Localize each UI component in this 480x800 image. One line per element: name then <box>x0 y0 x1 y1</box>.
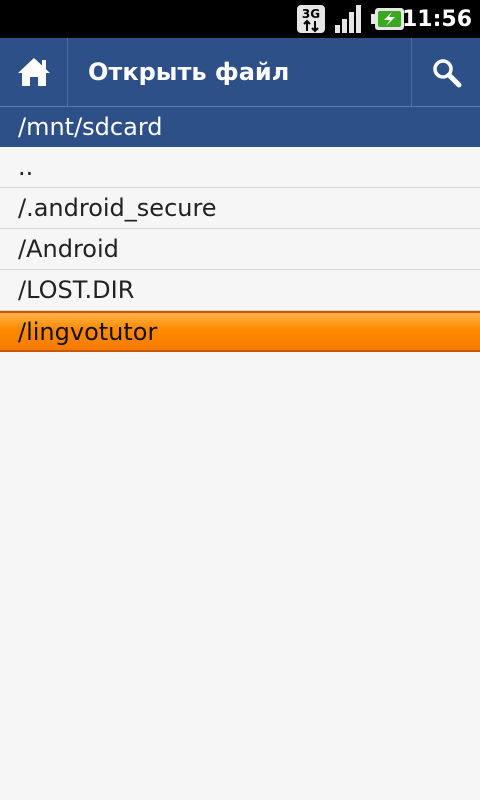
3g-data-icon: 3G <box>297 5 325 33</box>
list-item-android[interactable]: /Android <box>0 229 480 270</box>
list-item-label: /.android_secure <box>18 194 217 222</box>
search-icon <box>433 59 462 88</box>
home-icon <box>18 58 50 86</box>
home-button[interactable] <box>0 38 68 106</box>
list-item-lost-dir[interactable]: /LOST.DIR <box>0 270 480 311</box>
status-bar: 3G 11:56 <box>0 0 480 38</box>
list-item-label: /lingvotutor <box>18 318 158 346</box>
list-item-parent-dir[interactable]: .. <box>0 147 480 188</box>
file-list: .. /.android_secure /Android /LOST.DIR /… <box>0 147 480 352</box>
svg-text:3G: 3G <box>302 7 320 21</box>
list-item-label: /Android <box>18 235 119 263</box>
list-item-label: /LOST.DIR <box>18 276 135 304</box>
search-button[interactable] <box>411 38 480 106</box>
list-item-android-secure[interactable]: /.android_secure <box>0 188 480 229</box>
battery-charging-icon <box>371 8 404 30</box>
list-item-label: .. <box>18 153 34 181</box>
signal-strength-icon <box>335 5 361 33</box>
page-title: Открыть файл <box>88 58 290 86</box>
clock: 11:56 <box>401 7 472 32</box>
app-bar: Открыть файл <box>0 38 480 106</box>
list-item-lingvotutor[interactable]: /lingvotutor <box>0 311 480 352</box>
current-path: /mnt/sdcard <box>18 113 163 141</box>
current-path-bar: /mnt/sdcard <box>0 106 480 147</box>
